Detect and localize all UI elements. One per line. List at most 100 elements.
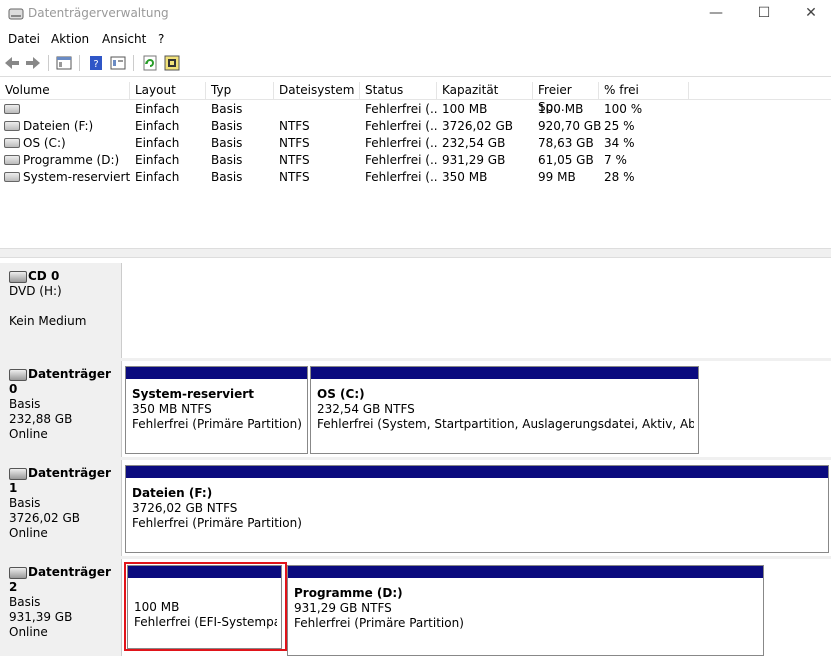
percent-free-cell: 25 % — [604, 119, 635, 133]
partition-color-bar — [126, 466, 828, 478]
type-cell: Basis — [211, 136, 243, 150]
column-header-layout[interactable]: Layout — [130, 82, 206, 99]
volume-cell: Programme (D:) — [4, 152, 119, 169]
pane-splitter[interactable] — [0, 248, 831, 258]
refresh-icon[interactable] — [141, 54, 159, 72]
capacity-cell: 350 MB — [442, 170, 488, 184]
disk-type: Basis — [9, 496, 41, 510]
volume-list-header: Volume Layout Typ Dateisystem Status Kap… — [0, 82, 831, 114]
disk-state: Online — [9, 526, 48, 540]
column-header-dateisystem[interactable]: Dateisystem — [274, 82, 360, 99]
menu-aktion[interactable]: Aktion — [51, 32, 89, 46]
close-button[interactable]: ✕ — [788, 0, 831, 26]
partition-size: 931,29 GB NTFS — [294, 601, 392, 615]
drive-icon — [4, 103, 20, 114]
disk-icon — [9, 467, 27, 480]
selection-highlight — [124, 562, 287, 651]
volume-cell — [4, 101, 23, 118]
table-row[interactable]: Einfach Basis Fehlerfrei (... 100 MB 100… — [0, 101, 831, 118]
layout-cell: Einfach — [135, 153, 180, 167]
partition-system-reserved[interactable]: System-reserviert 350 MB NTFS Fehlerfrei… — [125, 366, 308, 454]
filesystem-cell: NTFS — [279, 136, 310, 150]
table-row[interactable]: Dateien (F:) Einfach Basis NTFS Fehlerfr… — [0, 118, 831, 135]
status-cell: Fehlerfrei (... — [365, 136, 437, 150]
minimize-button[interactable]: — — [693, 0, 739, 26]
drive-icon — [4, 137, 20, 148]
free-space-cell: 61,05 GB — [538, 153, 594, 167]
maximize-button[interactable]: ☐ — [741, 0, 787, 26]
disk-size: 3726,02 GB — [9, 511, 80, 525]
forward-arrow-icon[interactable] — [24, 54, 42, 72]
partition-os-c[interactable]: OS (C:) 232,54 GB NTFS Fehlerfrei (Syste… — [310, 366, 699, 454]
column-header-typ[interactable]: Typ — [206, 82, 274, 99]
table-row[interactable]: Programme (D:) Einfach Basis NTFS Fehler… — [0, 152, 831, 169]
column-header-prozent-frei[interactable]: % frei — [599, 82, 689, 99]
partition-color-bar — [311, 367, 698, 379]
back-arrow-icon[interactable] — [3, 54, 21, 72]
partition-dateien-f[interactable]: Dateien (F:) 3726,02 GB NTFS Fehlerfrei … — [125, 465, 829, 553]
free-space-cell: 100 MB — [538, 102, 584, 116]
type-cell: Basis — [211, 170, 243, 184]
partition-name: OS (C:) — [317, 387, 365, 401]
rescan-disks-icon[interactable] — [163, 54, 181, 72]
disk-label-disk0[interactable]: Datenträger 0 Basis 232,88 GB Online — [0, 361, 122, 457]
menu-ansicht[interactable]: Ansicht — [102, 32, 146, 46]
table-row[interactable]: OS (C:) Einfach Basis NTFS Fehlerfrei (.… — [0, 135, 831, 152]
volume-cell: Dateien (F:) — [4, 118, 93, 135]
filesystem-cell: NTFS — [279, 153, 310, 167]
table-row[interactable]: System-reserviert Einfach Basis NTFS Feh… — [0, 169, 831, 186]
menu-help[interactable]: ? — [158, 32, 164, 46]
free-space-cell: 920,70 GB — [538, 119, 602, 133]
disk-icon — [9, 368, 27, 381]
layout-cell: Einfach — [135, 170, 180, 184]
partition-size: 232,54 GB NTFS — [317, 402, 415, 416]
layout-cell: Einfach — [135, 102, 180, 116]
status-cell: Fehlerfrei (... — [365, 170, 437, 184]
help-icon[interactable]: ? — [87, 54, 105, 72]
partition-color-bar — [288, 566, 763, 578]
partition-programme-d[interactable]: Programme (D:) 931,29 GB NTFS Fehlerfrei… — [287, 565, 764, 656]
disk-label-disk2[interactable]: Datenträger 2 Basis 931,39 GB Online — [0, 559, 122, 656]
partition-name: Dateien (F:) — [132, 486, 213, 500]
percent-free-cell: 34 % — [604, 136, 635, 150]
disk-label-disk1[interactable]: Datenträger 1 Basis 3726,02 GB Online — [0, 460, 122, 556]
capacity-cell: 3726,02 GB — [442, 119, 513, 133]
toolbar: ? — [0, 50, 831, 77]
percent-free-cell: 28 % — [604, 170, 635, 184]
partition-color-bar — [126, 367, 307, 379]
disk-state: Online — [9, 625, 48, 639]
type-cell: Basis — [211, 102, 243, 116]
title-bar: Datenträgerverwaltung — ☐ ✕ — [0, 0, 831, 28]
toolbar-separator — [48, 55, 49, 71]
type-cell: Basis — [211, 153, 243, 167]
capacity-cell: 100 MB — [442, 102, 488, 116]
percent-free-cell: 7 % — [604, 153, 627, 167]
menu-datei[interactable]: Datei — [8, 32, 40, 46]
filesystem-cell: NTFS — [279, 119, 310, 133]
toolbar-separator — [79, 55, 80, 71]
console-tree-icon[interactable] — [55, 54, 73, 72]
disk-size: 931,39 GB — [9, 610, 73, 624]
disk-type: Basis — [9, 595, 41, 609]
disk-separator — [0, 556, 831, 559]
volume-cell: OS (C:) — [4, 135, 66, 152]
status-cell: Fehlerfrei (... — [365, 119, 437, 133]
disk-type: DVD (H:) — [9, 284, 62, 298]
capacity-cell: 931,29 GB — [442, 153, 506, 167]
column-header-volume[interactable]: Volume — [0, 82, 130, 99]
partition-status: Fehlerfrei (Primäre Partition) — [294, 616, 464, 630]
column-header-freier-speicher[interactable]: Freier Sp... — [533, 82, 599, 114]
filesystem-cell: NTFS — [279, 170, 310, 184]
column-header-status[interactable]: Status — [360, 82, 437, 99]
properties-icon[interactable] — [109, 54, 127, 72]
drive-icon — [4, 120, 20, 131]
disk-separator — [0, 358, 831, 361]
disk-label-cd0[interactable]: CD 0 DVD (H:) Kein Medium — [0, 263, 122, 358]
drive-icon — [4, 154, 20, 165]
partition-status: Fehlerfrei (Primäre Partition) — [132, 516, 302, 530]
column-header-kapazitaet[interactable]: Kapazität — [437, 82, 533, 99]
layout-cell: Einfach — [135, 119, 180, 133]
cd-drive-icon — [9, 270, 27, 283]
disk-name: CD 0 — [28, 269, 60, 283]
disk-separator — [0, 457, 831, 460]
